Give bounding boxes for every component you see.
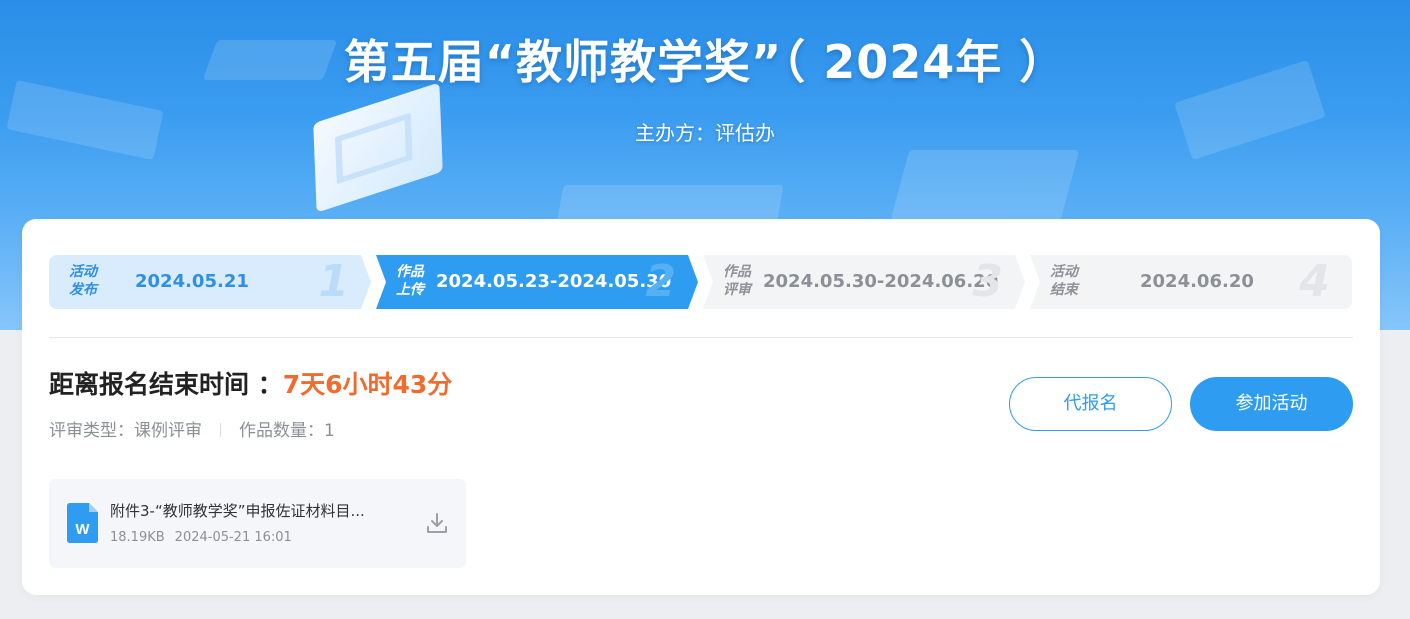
step-end: 活动 结束 2024.06.20 4 — [1030, 255, 1352, 309]
proxy-register-button[interactable]: 代报名 — [1009, 377, 1172, 431]
step-number: 2 — [645, 256, 676, 307]
page-title: 第五届“教师教学奖”（ 2024年 ） — [343, 35, 1067, 89]
word-file-icon: W — [67, 503, 98, 543]
attachment-size: 18.19KB — [110, 530, 165, 545]
attachment-name[interactable]: 附件3-“教师教学奖”申报佐证材料目... — [110, 500, 410, 521]
decor-sheet — [890, 150, 1080, 220]
attachment-item[interactable]: W 附件3-“教师教学奖”申报佐证材料目... 18.19KB 2024-05-2… — [49, 479, 466, 568]
countdown-remaining: 7天6小时43分 — [282, 370, 453, 399]
step-publish: 活动 发布 2024.05.21 1 — [49, 255, 371, 309]
attachment-info: 18.19KB 2024-05-21 16:01 — [110, 530, 292, 545]
step-label: 活动 发布 — [69, 264, 97, 298]
step-date: 2024.05.30-2024.06.20 — [763, 271, 999, 292]
meta-separator — [220, 423, 221, 437]
step-number: 4 — [1299, 256, 1330, 307]
progress-steps: 活动 发布 2024.05.21 1 作品 上传 2024.05.23-2024.0… — [49, 255, 1353, 309]
download-icon[interactable] — [425, 511, 449, 535]
organizer-subtitle: 主办方：评估办 — [635, 121, 775, 145]
step-review: 作品 评审 2024.05.30-2024.06.20 3 — [703, 255, 1025, 309]
step-label: 作品 上传 — [396, 264, 424, 298]
review-type: 评审类型：课例评审 — [49, 421, 202, 441]
step-date: 2024.05.23-2024.05.30 — [436, 271, 672, 292]
step-date: 2024.05.21 — [135, 271, 249, 292]
work-count: 作品数量：1 — [239, 421, 335, 441]
countdown-label: 距离报名结束时间 ： — [49, 370, 283, 399]
step-number: 1 — [318, 256, 349, 307]
attachment-date: 2024-05-21 16:01 — [174, 530, 292, 545]
activity-meta: 评审类型：课例评审 作品数量：1 — [49, 419, 335, 443]
paper-illustration — [313, 82, 443, 213]
step-label: 活动 结束 — [1050, 264, 1078, 298]
join-activity-button[interactable]: 参加活动 — [1190, 377, 1353, 431]
step-number: 3 — [972, 256, 1003, 307]
registration-countdown: 距离报名结束时间 ：7天6小时43分 — [49, 367, 452, 403]
activity-card: 活动 发布 2024.05.21 1 作品 上传 2024.05.23-2024.0… — [22, 219, 1380, 595]
svg-text:W: W — [75, 521, 90, 538]
step-upload: 作品 上传 2024.05.23-2024.05.30 2 — [376, 255, 698, 309]
step-date: 2024.06.20 — [1140, 271, 1254, 292]
step-label: 作品 评审 — [723, 264, 751, 298]
divider — [49, 337, 1353, 338]
